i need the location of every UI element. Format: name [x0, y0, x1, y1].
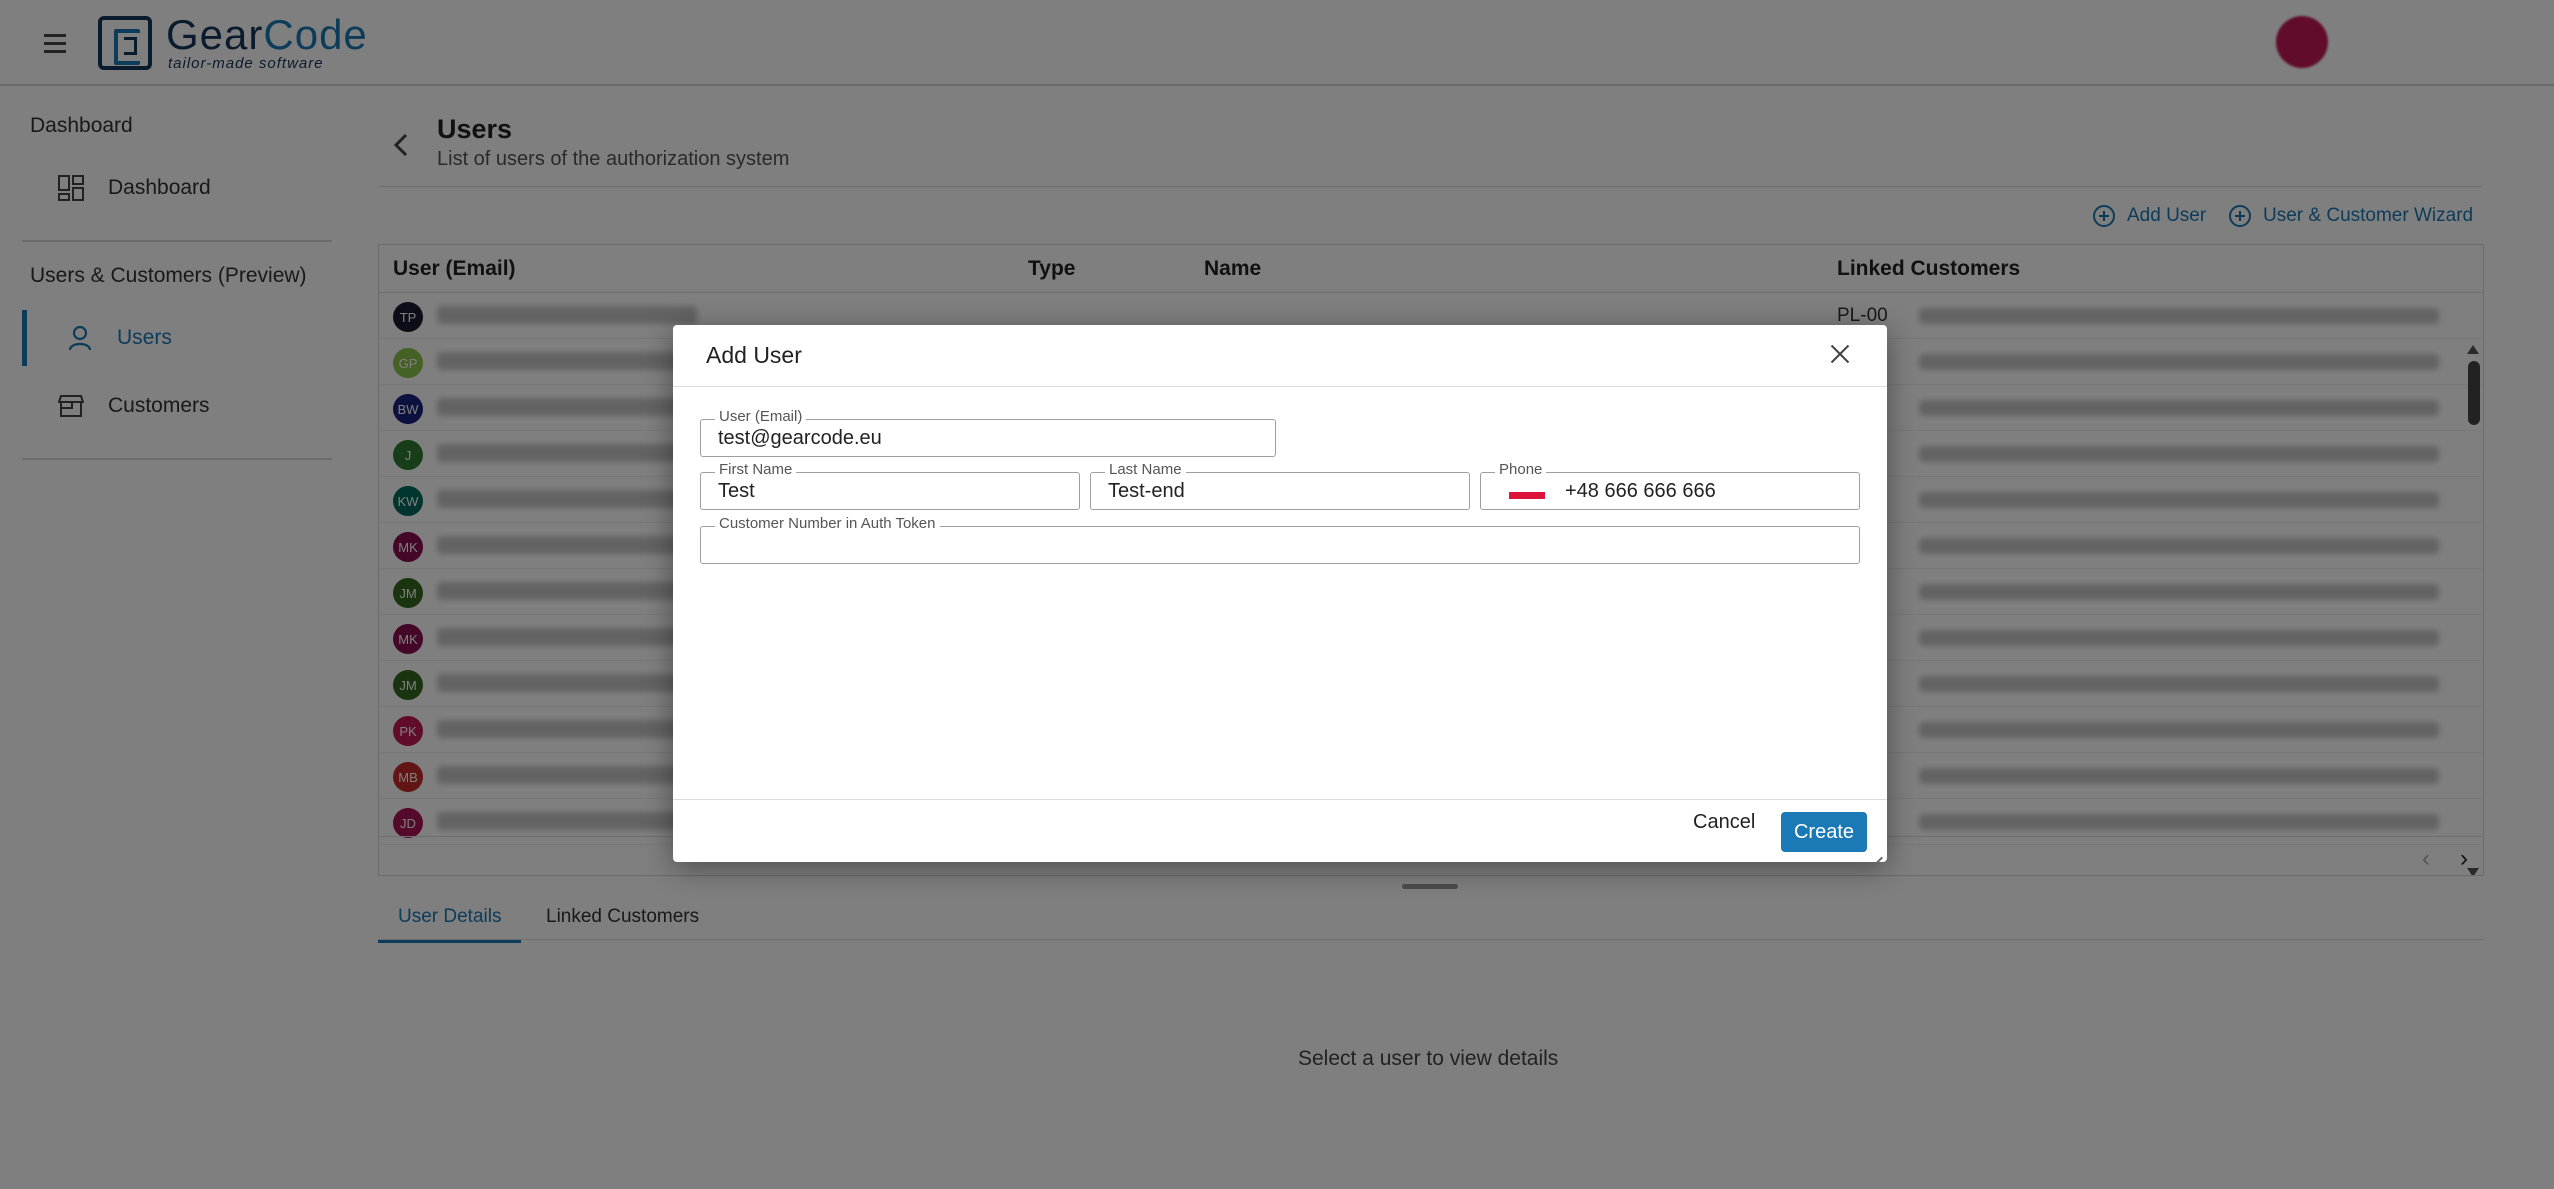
phone-label: Phone — [1495, 461, 1547, 479]
first-name-input[interactable] — [718, 477, 1066, 505]
customer-number-input[interactable] — [718, 531, 1846, 559]
last-name-field[interactable]: Last Name — [1090, 461, 1470, 510]
email-field[interactable]: User (Email) — [700, 408, 1276, 457]
poland-flag-icon[interactable] — [1509, 485, 1545, 499]
close-icon[interactable] — [1829, 343, 1851, 365]
dialog-divider — [673, 386, 1887, 387]
customer-number-field[interactable]: Customer Number in Auth Token — [700, 515, 1860, 564]
dialog-title: Add User — [706, 342, 802, 368]
add-user-dialog: Add User User (Email) First Name Last Na… — [673, 325, 1887, 862]
phone-field[interactable]: Phone — [1480, 461, 1860, 510]
dialog-resize-handle[interactable] — [1871, 846, 1883, 858]
cancel-button[interactable]: Cancel — [1693, 811, 1755, 834]
create-button[interactable]: Create — [1781, 812, 1867, 852]
first-name-field[interactable]: First Name — [700, 461, 1080, 510]
email-input[interactable] — [718, 424, 1262, 452]
last-name-input[interactable] — [1108, 477, 1456, 505]
phone-input[interactable] — [1565, 477, 1847, 505]
dialog-divider — [673, 799, 1887, 800]
